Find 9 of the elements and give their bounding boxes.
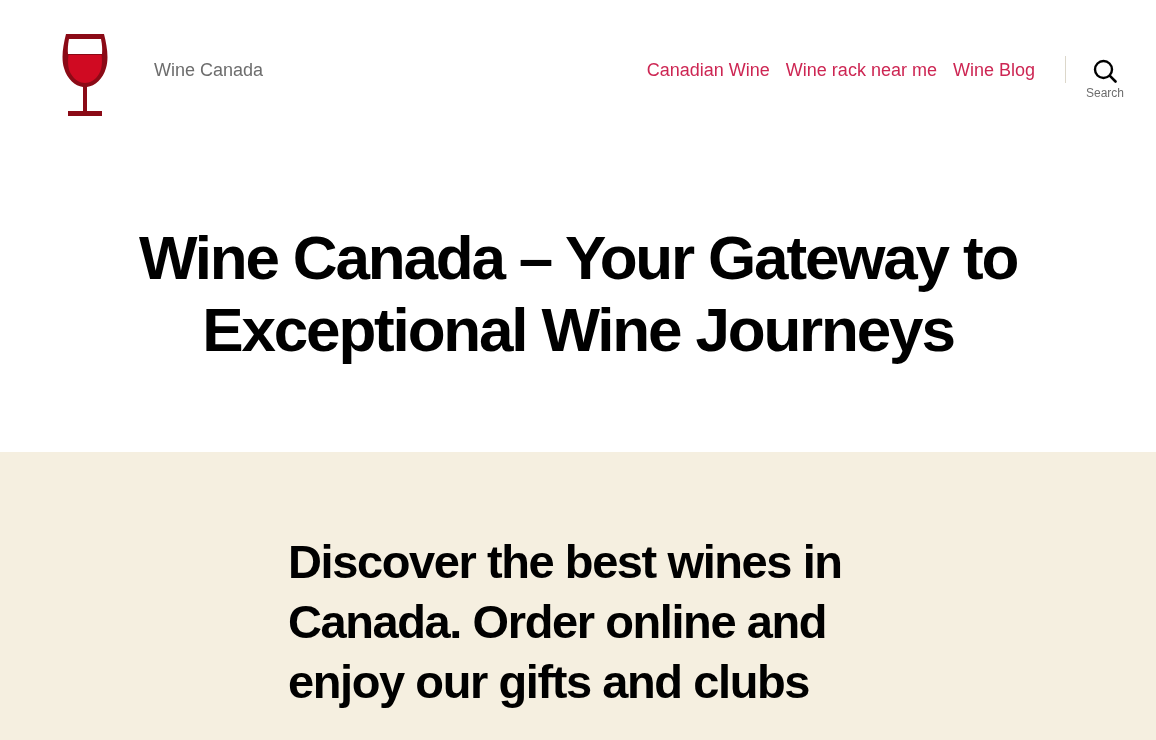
search-button[interactable]: Search [1085, 58, 1124, 100]
site-title[interactable]: Wine Canada [154, 59, 264, 81]
search-icon [1093, 58, 1117, 83]
wine-glass-logo-icon[interactable] [62, 32, 108, 118]
nav-link[interactable]: Wine Blog [952, 59, 1035, 81]
nav-link[interactable]: Canadian Wine [646, 59, 770, 81]
intro-heading: Discover the best wines in Canada. Order online and enjoy our gifts and clubs [288, 534, 843, 710]
page-title: Wine Canada – Your Gateway to Exceptional Wine Journeys [137, 222, 1019, 366]
nav-link[interactable]: Wine rack near me [785, 59, 937, 81]
